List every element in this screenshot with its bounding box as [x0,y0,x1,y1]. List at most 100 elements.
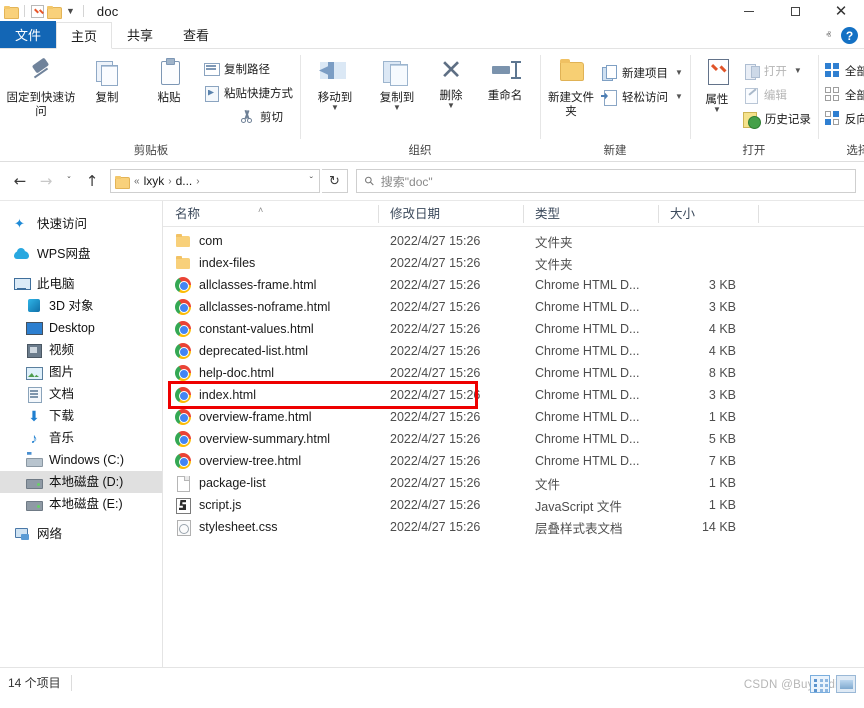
refresh-button[interactable]: ↻ [322,169,348,193]
maximize-button[interactable] [772,0,818,22]
search-box[interactable]: ⚲ 搜索"doc" [356,169,856,193]
table-row-index-html[interactable]: index.html 2022/4/27 15:26 Chrome HTML D… [163,384,864,406]
forward-button[interactable]: → [34,169,58,193]
column-header-type[interactable]: 类型 [523,201,658,227]
select-all-button[interactable]: 全部选择 [822,60,864,81]
table-row[interactable]: com 2022/4/27 15:26 文件夹 [163,230,864,252]
column-header-name[interactable]: 名称 ˄ [163,201,378,227]
properties-checkbox-icon[interactable] [31,4,44,18]
sidebar-item-network[interactable]: 网络 [0,523,162,545]
file-type-cell: Chrome HTML D... [535,344,640,358]
qat-customize-caret-icon[interactable]: ▼ [64,6,77,16]
column-header-size[interactable]: 大小 [658,201,758,227]
paste-shortcut-label: 粘贴快捷方式 [224,87,293,100]
minimize-button[interactable] [726,0,772,22]
file-type-cell: Chrome HTML D... [535,366,640,380]
easy-access-caret-icon[interactable]: ▼ [675,92,683,101]
table-row[interactable]: constant-values.html 2022/4/27 15:26 Chr… [163,318,864,340]
sidebar-item-3d-objects[interactable]: 3D 对象 [0,295,162,317]
select-none-button[interactable]: 全部取消 [822,84,864,105]
edit-button[interactable]: 编辑 [740,84,814,105]
sidebar-item-documents[interactable]: 文档 [0,383,162,405]
back-button[interactable]: ← [8,169,32,193]
new-item-caret-icon[interactable]: ▼ [675,68,683,77]
move-to-caret-icon[interactable]: ▼ [331,104,339,112]
sidebar-item-wps-cloud[interactable]: WPS网盘 [0,243,162,265]
address-path-box[interactable]: « lxyk › d... › ˇ [110,169,320,193]
paste-shortcut-button[interactable]: 粘贴快捷方式 [200,82,296,103]
new-folder-icon [554,57,588,87]
copy-path-button[interactable]: 复制路径 [200,58,296,79]
table-row[interactable]: overview-frame.html 2022/4/27 15:26 Chro… [163,406,864,428]
table-row[interactable]: deprecated-list.html 2022/4/27 15:26 Chr… [163,340,864,362]
move-to-button[interactable]: 移动到 ▼ [304,54,366,112]
delete-caret-icon[interactable]: ▼ [447,102,455,110]
breadcrumb-sep-1[interactable]: › [168,176,171,187]
breadcrumb-sep-2[interactable]: › [196,176,199,187]
sidebar-item-windows-c[interactable]: Windows (C:) [0,449,162,471]
file-icon [175,475,191,492]
properties-caret-icon[interactable]: ▼ [713,106,721,114]
sidebar-item-local-disk-e[interactable]: 本地磁盘 (E:) [0,493,162,515]
easy-access-button[interactable]: 轻松访问 ▼ [598,86,686,107]
paste-button[interactable]: 粘贴 [138,54,200,105]
tab-home[interactable]: 主页 [56,22,113,49]
search-input[interactable]: 搜索"doc" [381,173,433,190]
item-count-label: 14 个项目 [8,676,61,690]
sidebar-item-this-pc[interactable]: 此电脑 [0,273,162,295]
properties-button[interactable]: 属性 ▼ [694,54,740,114]
table-row[interactable]: help-doc.html 2022/4/27 15:26 Chrome HTM… [163,362,864,384]
breadcrumb-item-lxyk[interactable]: lxyk [144,174,165,188]
table-row[interactable]: package-list 2022/4/27 15:26 文件 1 KB [163,472,864,494]
table-row[interactable]: stylesheet.css 2022/4/27 15:26 层叠样式表文档 1… [163,516,864,538]
file-name-cell: com [163,233,378,249]
table-row[interactable]: allclasses-frame.html 2022/4/27 15:26 Ch… [163,274,864,296]
table-row[interactable]: index-files 2022/4/27 15:26 文件夹 [163,252,864,274]
copy-to-button[interactable]: 复制到 ▼ [366,54,428,112]
address-dropdown-icon[interactable]: ˇ [310,176,315,187]
table-row[interactable]: overview-summary.html 2022/4/27 15:26 Ch… [163,428,864,450]
large-icons-view-button[interactable] [836,675,856,693]
tab-view[interactable]: 查看 [168,21,224,48]
copy-button[interactable]: 复制 [76,54,138,105]
delete-button[interactable]: ✕ 删除 ▼ [428,54,474,110]
sidebar-item-downloads[interactable]: ⬇ 下载 [0,405,162,427]
new-folder-qat-icon[interactable] [47,5,62,19]
new-folder-button[interactable]: 新建文件夹 [544,54,598,120]
open-button[interactable]: 打开 ▼ [740,60,814,81]
file-type-cell: Chrome HTML D... [535,388,640,402]
select-group-label: 选择 [846,145,864,157]
cloud-icon [14,246,30,262]
new-item-button[interactable]: 新建项目 ▼ [598,62,686,83]
open-caret-icon[interactable]: ▼ [794,66,802,75]
sidebar-item-local-disk-d[interactable]: 本地磁盘 (D:) [0,471,162,493]
tab-share[interactable]: 共享 [112,21,168,48]
help-icon[interactable]: ? [841,27,858,44]
table-row[interactable]: overview-tree.html 2022/4/27 15:26 Chrom… [163,450,864,472]
table-row[interactable]: script.js 2022/4/27 15:26 JavaScript 文件 … [163,494,864,516]
breadcrumb-overflow[interactable]: « [134,176,140,187]
invert-selection-button[interactable]: 反向选择 [822,108,864,129]
sidebar-item-desktop[interactable]: Desktop [0,317,162,339]
copy-to-caret-icon[interactable]: ▼ [393,104,401,112]
tab-file[interactable]: 文件 [0,21,56,48]
up-button[interactable]: ↑ [80,169,104,193]
history-button[interactable]: 历史记录 [740,108,814,129]
sidebar-item-quick-access[interactable]: ✦ 快速访问 [0,213,162,235]
collapse-ribbon-icon[interactable]: ⱏ [826,30,831,41]
pin-to-quick-access-button[interactable]: 固定到快速访问 [6,54,76,120]
explorer-folder-icon [4,5,19,19]
sidebar-item-music[interactable]: ♪ 音乐 [0,427,162,449]
recent-locations-button[interactable]: ˇ [60,169,78,193]
sidebar-label-quick-access: 快速访问 [37,217,88,231]
sidebar-item-pictures[interactable]: 图片 [0,361,162,383]
details-view-button[interactable] [810,675,830,693]
breadcrumb-item-doc[interactable]: d... [176,174,193,188]
rename-button[interactable]: 重命名 [474,54,536,103]
pictures-icon [26,364,43,380]
close-button[interactable]: ✕ [818,0,864,22]
column-header-date[interactable]: 修改日期 [378,201,523,227]
table-row[interactable]: allclasses-noframe.html 2022/4/27 15:26 … [163,296,864,318]
cut-button[interactable]: 剪切 [236,106,296,127]
sidebar-item-videos[interactable]: 视频 [0,339,162,361]
